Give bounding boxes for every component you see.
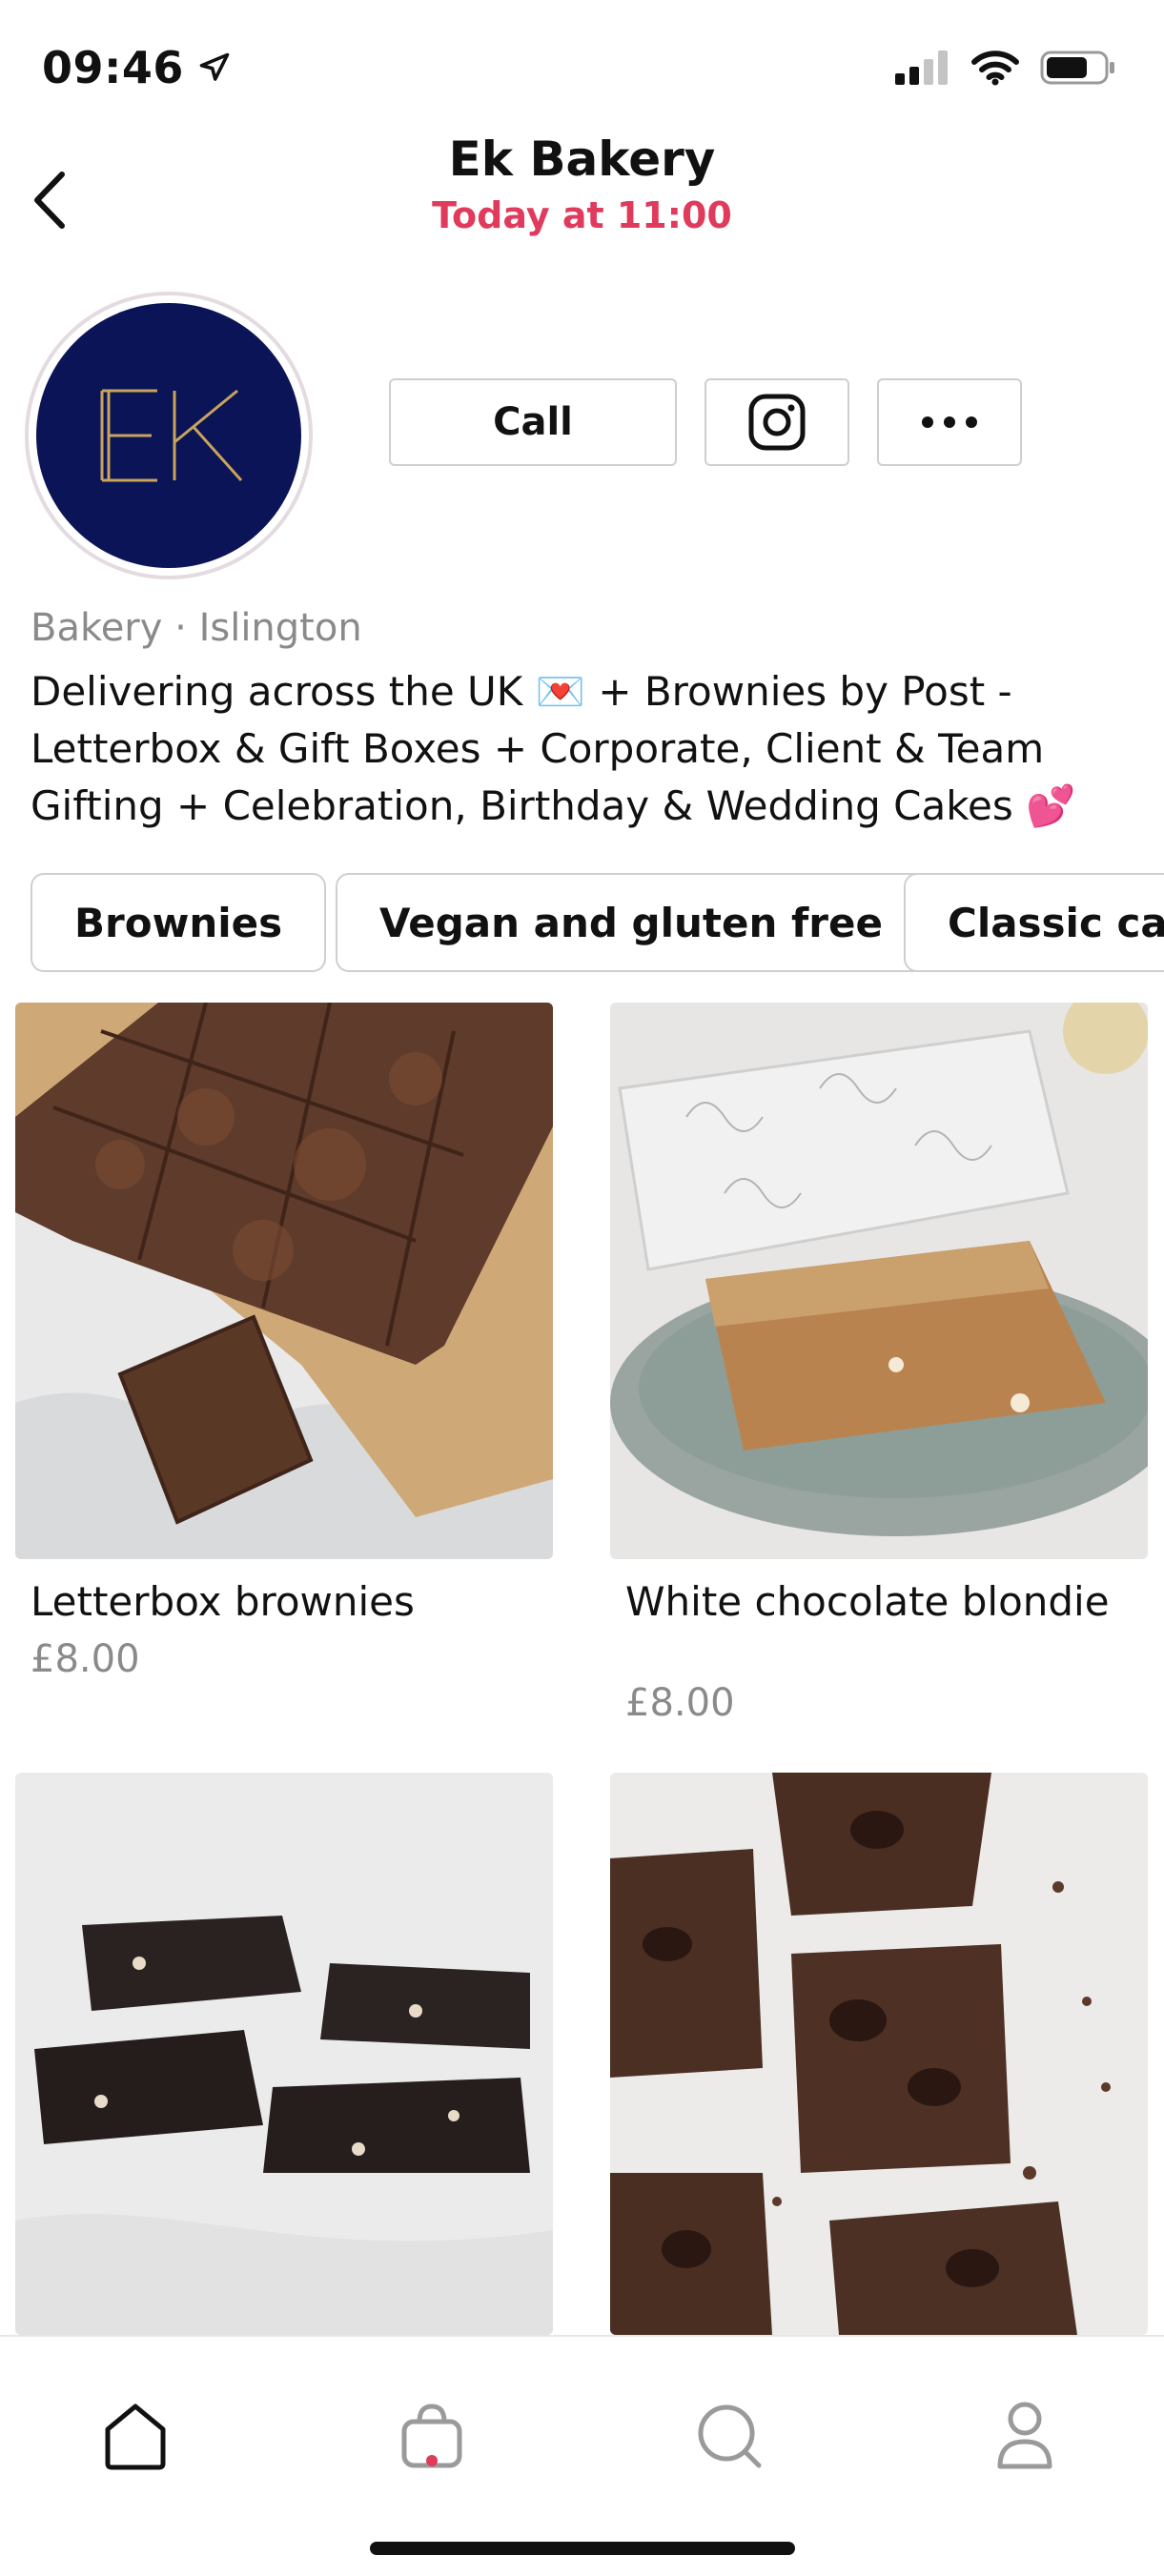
bottom-tab-bar — [0, 2335, 1164, 2576]
ek-logo-icon — [100, 389, 243, 482]
bag-badge-dot — [426, 2455, 438, 2466]
business-description: Delivering across the UK 💌 + Brownies by… — [31, 668, 1076, 829]
battery-icon — [1040, 51, 1114, 85]
product-name[interactable]: White chocolate blondie — [625, 1580, 1140, 1624]
product-image-chocolate-chunk-brownies[interactable] — [610, 1773, 1148, 2335]
tab-bag[interactable] — [375, 2379, 489, 2493]
product-image-letterbox-brownies[interactable] — [15, 1003, 553, 1559]
home-icon — [105, 2404, 166, 2470]
chip-vegan-gluten-free[interactable]: Vegan and gluten free — [336, 873, 927, 972]
location-arrow-icon — [199, 52, 230, 81]
instagram-button[interactable] — [705, 378, 849, 466]
product-price: £8.00 — [31, 1637, 140, 1681]
status-bar: 09:46 — [0, 0, 1164, 143]
category-chips: Brownies Vegan and gluten free Classic c… — [31, 873, 1164, 974]
chip-brownies[interactable]: Brownies — [31, 873, 327, 972]
blondie-photo — [610, 1003, 1148, 1559]
product-image-vegan-brownies[interactable] — [15, 1773, 553, 2335]
chocolate-brownies-photo — [610, 1773, 1148, 2335]
bakery-logo — [36, 303, 301, 568]
status-time-text: 09:46 — [42, 42, 184, 93]
status-time: 09:46 — [42, 42, 232, 93]
business-category: Bakery · Islington — [31, 606, 362, 650]
instagram-icon — [748, 394, 806, 451]
chip-classic-cakes[interactable]: Classic cakes — [904, 873, 1164, 972]
search-icon — [698, 2404, 762, 2468]
brownies-photo — [15, 1003, 553, 1559]
opening-time: Today at 11:00 — [432, 194, 732, 236]
wifi-icon — [971, 51, 1019, 86]
call-button[interactable]: Call — [389, 378, 677, 466]
page-title: Ek Bakery — [448, 132, 716, 187]
product-image-white-chocolate-blondie[interactable] — [610, 1003, 1148, 1559]
chip-label: Brownies — [74, 899, 283, 946]
vegan-brownies-photo — [15, 1773, 553, 2335]
product-name[interactable]: Letterbox brownies — [31, 1580, 545, 1624]
product-price: £8.00 — [625, 1681, 735, 1725]
more-dots-icon — [922, 416, 977, 428]
signal-icon — [895, 51, 948, 85]
tab-profile[interactable] — [968, 2379, 1082, 2493]
avatar — [25, 292, 313, 579]
more-button[interactable] — [877, 378, 1022, 466]
home-indicator — [370, 2542, 795, 2555]
tab-home[interactable] — [78, 2379, 193, 2493]
chip-label: Vegan and gluten free — [379, 899, 883, 946]
chip-label: Classic cakes — [948, 899, 1164, 946]
tab-search[interactable] — [672, 2379, 786, 2493]
profile-icon — [997, 2402, 1052, 2469]
status-icons — [895, 50, 1116, 86]
call-button-label: Call — [493, 400, 573, 444]
